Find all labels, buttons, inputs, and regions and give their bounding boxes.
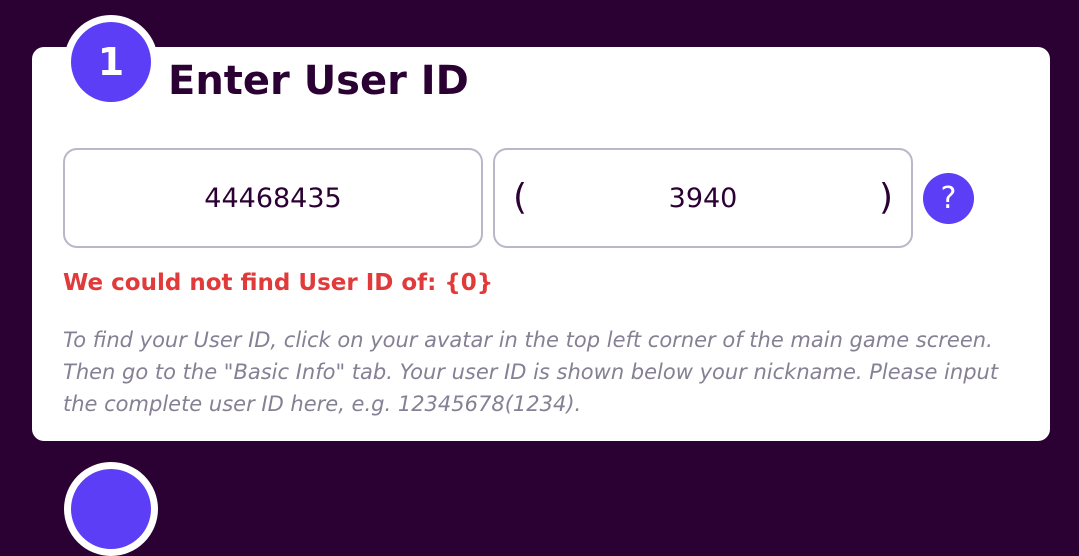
next-step-number [71,469,151,549]
step-title: Enter User ID [168,58,469,104]
help-button[interactable]: ? [923,173,974,224]
instructions-text: To find your User ID, click on your avat… [63,328,999,416]
next-step-badge [64,462,158,556]
server-id-value: 3940 [668,182,738,214]
question-icon: ? [940,181,957,216]
user-id-value: 44468435 [204,182,342,214]
step-number-badge: 1 [64,15,158,109]
step-number: 1 [71,22,151,102]
open-paren: ( [513,177,528,218]
close-paren: ) [878,177,893,218]
error-message: We could not find User ID of: {0} [63,270,494,296]
user-id-input[interactable]: 44468435 [63,148,483,248]
server-id-input[interactable]: ( 3940 ) [493,148,913,248]
